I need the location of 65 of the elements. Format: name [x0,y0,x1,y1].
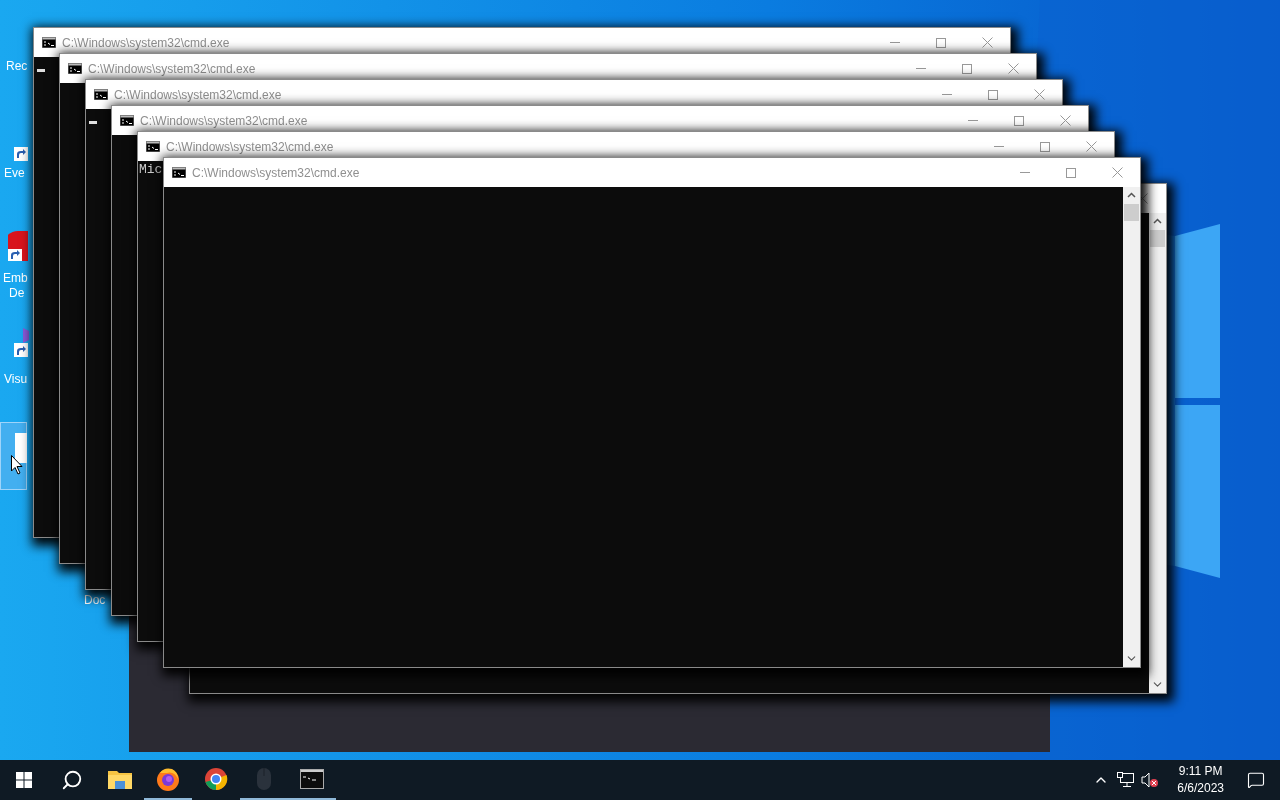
maximize-icon [1040,141,1050,152]
desktop-icon[interactable] [0,422,27,490]
clock-date: 6/6/2023 [1177,780,1224,797]
scroll-thumb[interactable] [1124,204,1139,221]
maximize-icon [962,63,972,74]
minimize-icon [942,94,952,95]
console-icon [146,141,160,152]
mouse-pointer-icon [11,455,24,475]
clock[interactable]: 9:11 PM 6/6/2023 [1173,763,1228,797]
console-icon [172,167,186,178]
maximize-icon [936,37,946,48]
desktop-icon-label[interactable]: Doc [84,593,106,608]
console-icon [94,89,108,100]
close-icon [1033,89,1045,100]
scrollbar[interactable] [1123,187,1140,667]
window-title: C:\Windows\system32\cmd.exe [140,112,308,130]
maximize-icon [1066,167,1076,178]
close-icon [1085,141,1097,152]
minimize-icon [968,120,978,121]
console-icon [300,769,324,789]
console-icon [120,115,134,126]
mouse-icon [257,768,271,790]
console-icon [68,63,82,74]
desktop-icon[interactable]: Visu [4,332,31,392]
desktop-icon-label: Eve [4,166,25,181]
desktop-icon-label: De [8,286,26,301]
minimize-icon [916,68,926,69]
folder-icon [108,769,132,789]
minimize-icon [994,146,1004,147]
notification-icon [1247,771,1265,789]
window-title: C:\Windows\system32\cmd.exe [62,34,230,52]
close-icon [981,37,993,48]
window-title: C:\Windows\system32\cmd.exe [192,164,360,182]
maximize-icon [988,89,998,100]
volume-muted-icon[interactable] [1141,772,1160,788]
scroll-thumb[interactable] [1150,230,1165,247]
browser-icon [204,767,228,791]
scrollbar[interactable] [1149,213,1166,693]
window-title: C:\Windows\system32\cmd.exe [88,60,256,78]
window-title: C:\Windows\system32\cmd.exe [166,138,334,156]
text-cursor [89,121,97,124]
desktop-icon-label: Visu [4,372,28,387]
minimize-icon [890,42,900,43]
window-title: C:\Windows\system32\cmd.exe [114,86,282,104]
search-icon [61,769,83,791]
close-icon [1007,63,1019,74]
close-icon [1059,115,1071,126]
text-cursor [37,69,45,72]
shortcut-icon [14,147,28,161]
desktop-icon[interactable]: Eve [4,126,31,186]
minimize-icon [1020,172,1030,173]
browser-icon [156,767,180,791]
desktop-icon[interactable]: Emb De [3,231,30,303]
maximize-icon [1014,115,1024,126]
desktop-icon-label: Emb [3,271,28,286]
windows-logo-icon [16,772,32,788]
desktop-icon-label[interactable]: Rec [6,59,28,74]
network-icon[interactable] [1117,772,1136,788]
clock-time: 9:11 PM [1178,763,1223,780]
file-icon [15,433,27,463]
app-shortcut-icon [8,231,28,261]
close-icon [1111,167,1123,178]
console-text: Mic [139,162,163,178]
console-icon [42,37,56,48]
app-shortcut-icon [13,328,29,358]
